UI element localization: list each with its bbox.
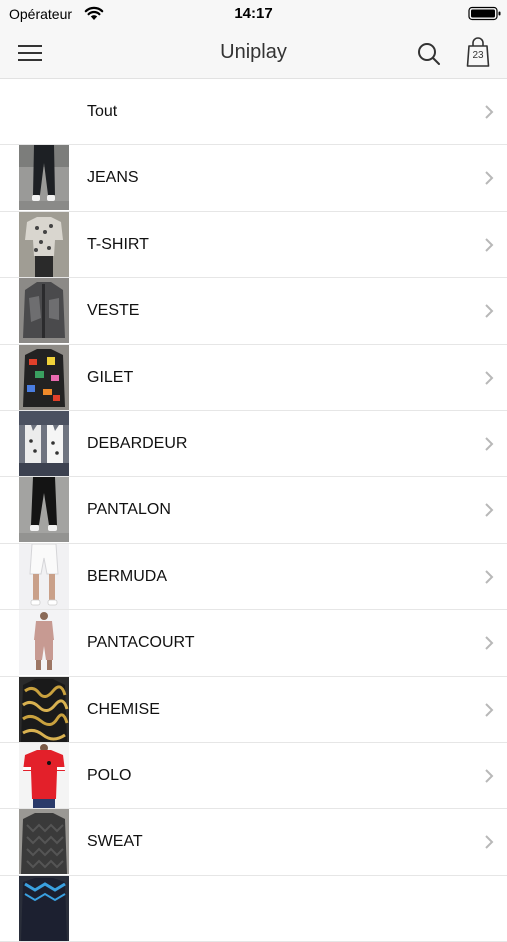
chevron-right-icon <box>485 304 494 318</box>
chevron-right-icon <box>485 636 494 650</box>
polo-thumbnail <box>19 742 69 808</box>
category-row-veste[interactable]: VESTE <box>0 278 507 345</box>
partial-thumbnail <box>19 875 69 941</box>
chevron-right-icon <box>485 702 494 717</box>
category-row-partial[interactable] <box>0 875 507 942</box>
gilet-thumbnail <box>19 344 69 410</box>
category-label: CHEMISE <box>87 700 160 718</box>
tshirt-thumbnail <box>19 211 69 277</box>
status-time: 14:17 <box>234 5 273 22</box>
search-button[interactable] <box>414 39 444 69</box>
category-row-tout[interactable]: Tout <box>0 79 507 146</box>
chevron-right-icon <box>485 769 494 783</box>
status-bar: Opérateur 14:17 <box>0 0 507 28</box>
chevron-right-icon <box>485 835 494 850</box>
category-row-jeans[interactable]: JEANS <box>0 145 507 212</box>
category-row-debardeur[interactable]: DEBARDEUR <box>0 410 507 478</box>
chevron-right-icon <box>485 238 494 252</box>
bermuda-thumbnail <box>19 543 69 609</box>
category-row-polo[interactable]: POLO <box>0 742 507 810</box>
cart-badge-count: 23 <box>472 50 484 61</box>
sweat-thumbnail <box>19 809 69 875</box>
pantacourt-thumbnail <box>19 610 69 676</box>
category-label: JEANS <box>87 169 139 187</box>
chevron-right-icon <box>485 105 494 119</box>
category-label: Tout <box>87 103 118 120</box>
chevron-right-icon <box>485 171 494 186</box>
cart-button[interactable]: 23 <box>463 37 493 69</box>
chevron-right-icon <box>485 437 494 451</box>
nav-bar: Uniplay 23 <box>0 28 507 79</box>
chevron-right-icon <box>485 570 494 584</box>
category-label: POLO <box>87 766 132 784</box>
debardeur-thumbnail <box>19 410 69 476</box>
category-label: PANTALON <box>87 501 171 519</box>
chevron-right-icon <box>485 370 494 385</box>
category-row-pantacourt[interactable]: PANTACOURT <box>0 610 507 677</box>
category-label: PANTACOURT <box>87 634 195 652</box>
pantalon-thumbnail <box>19 477 69 543</box>
veste-thumbnail <box>19 278 69 344</box>
category-label: VESTE <box>87 302 140 320</box>
category-row-sweat[interactable]: SWEAT <box>0 809 507 876</box>
category-label: GILET <box>87 368 134 386</box>
category-row-t-shirt[interactable]: T-SHIRT <box>0 211 507 279</box>
category-row-chemise[interactable]: CHEMISE <box>0 676 507 743</box>
chevron-right-icon <box>485 503 494 518</box>
category-list: Tout JEANS T-SHIRT VESTE GILET DEBARDEUR… <box>0 79 507 942</box>
chemise-thumbnail <box>19 676 69 742</box>
category-label: T-SHIRT <box>87 235 149 253</box>
category-row-bermuda[interactable]: BERMUDA <box>0 543 507 611</box>
category-label: BERMUDA <box>87 567 168 585</box>
category-label: DEBARDEUR <box>87 434 188 452</box>
jeans-thumbnail <box>19 145 69 211</box>
category-row-pantalon[interactable]: PANTALON <box>0 477 507 544</box>
battery-icon <box>468 6 501 21</box>
category-row-gilet[interactable]: GILET <box>0 344 507 411</box>
search-icon <box>418 43 440 65</box>
category-label: SWEAT <box>87 833 143 851</box>
